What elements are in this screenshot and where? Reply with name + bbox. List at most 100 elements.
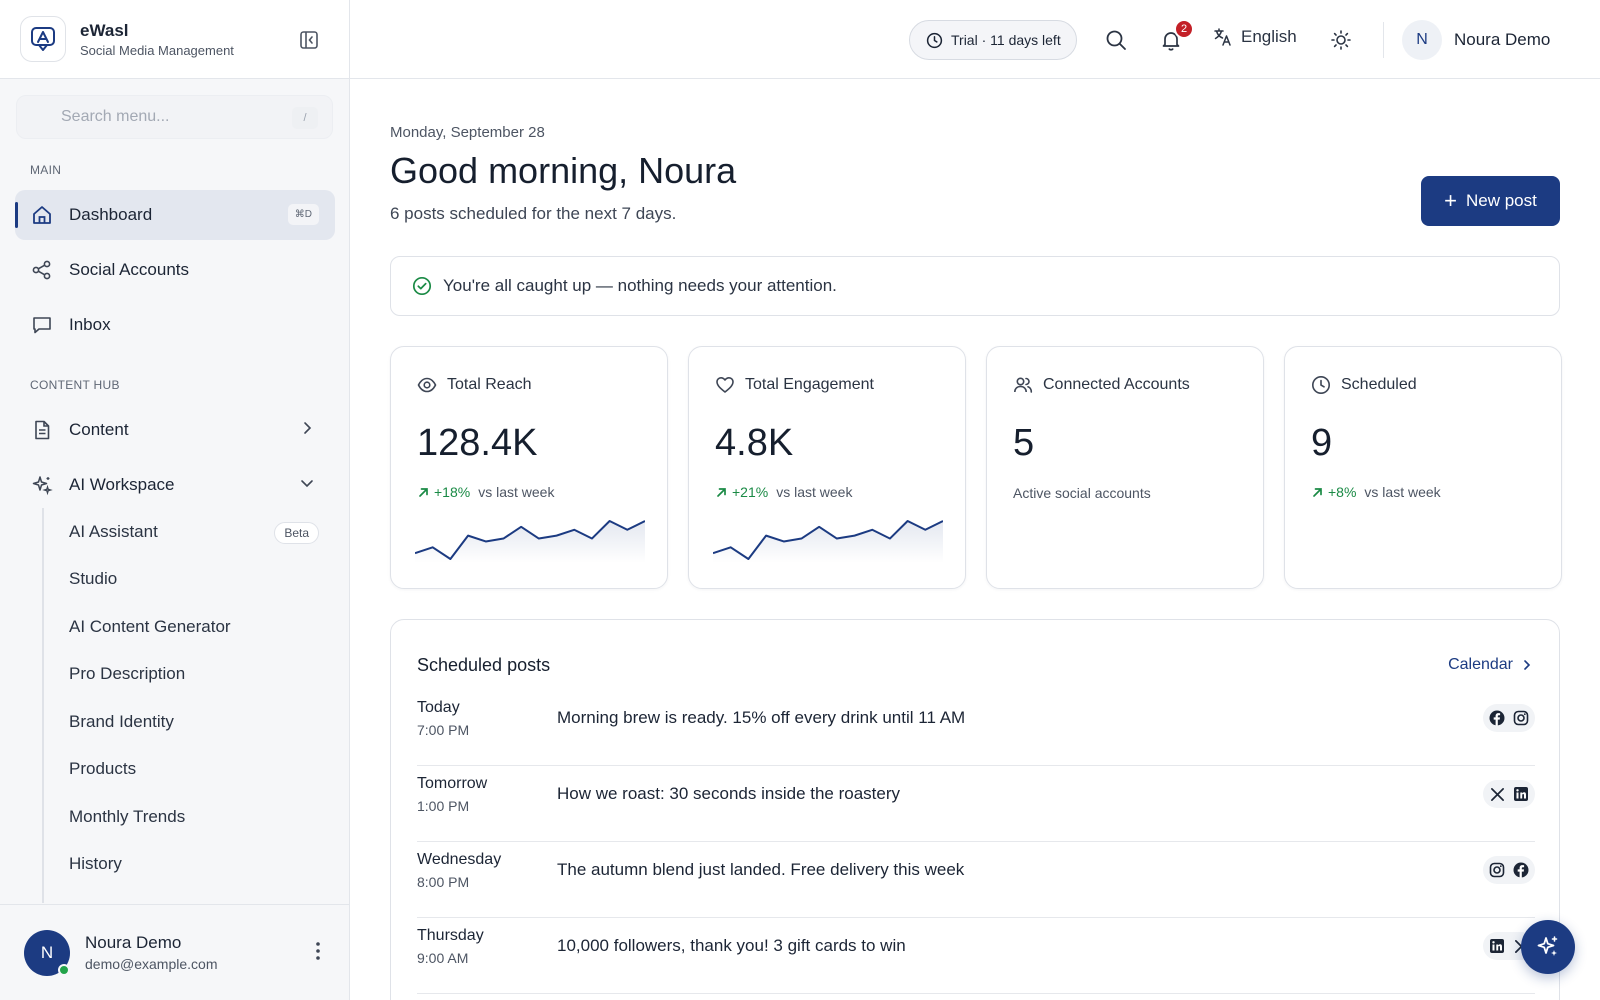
sidebar-subitem-pro-description[interactable]: Pro Description [42,651,342,699]
facebook-icon [1511,860,1531,880]
stat-delta-value: +8% [1328,484,1357,500]
sidebar-item-ai-workspace[interactable]: AI Workspace [15,460,335,510]
language-label: English [1241,27,1297,46]
search-button[interactable] [1103,27,1129,53]
search-icon [1106,30,1126,50]
notification-count-badge: 2 [1174,19,1194,39]
avatar: N [1402,20,1442,60]
post-day: Today [417,699,460,716]
language-selector[interactable]: English [1213,27,1297,47]
sidebar-subitem-history[interactable]: History [42,841,342,889]
sidebar-item-label: Social Accounts [69,260,190,279]
ai-assistant-fab[interactable] [1521,920,1575,974]
logo-icon [31,27,55,51]
chevron-right-icon [299,420,315,441]
translate-icon [1214,28,1231,46]
sidebar-subitem-ai-assistant[interactable]: AI Assistant Beta [42,508,342,556]
check-circle-icon [412,276,432,296]
ai-workspace-submenu: AI Assistant Beta Studio AI Content Gene… [42,508,342,903]
sidebar: eWasl Social Media Management / MAIN Das… [0,0,350,1000]
scheduled-summary: 6 posts scheduled for the next 7 days. [390,204,677,223]
menu-search[interactable]: / [16,95,333,139]
sidebar-subitem-label: History [69,854,122,874]
table-row[interactable]: Today 7:00 PM Morning brew is ready. 15%… [417,690,1535,766]
topbar-user-name: Noura Demo [1454,30,1551,49]
stat-card-total-reach[interactable]: Total Reach 128.4K +18% vs last week [390,346,668,589]
post-day: Wednesday [417,851,502,868]
post-platforms [1483,704,1535,732]
avatar[interactable]: N [24,929,70,976]
sidebar-subitem-studio[interactable]: Studio [42,556,342,604]
stat-delta-label: vs last week [478,484,555,500]
sun-icon [1331,30,1351,50]
trial-badge[interactable]: Trial · 11 days left [909,20,1077,60]
sparkline-chart [713,520,943,563]
theme-toggle[interactable] [1328,27,1354,53]
table-row[interactable]: Tomorrow 1:00 PM How we roast: 30 second… [417,766,1535,842]
sidebar-subitem-monthly-trends[interactable]: Monthly Trends [42,793,342,841]
chevron-right-icon [1524,660,1531,670]
arrow-up-right-icon [419,487,428,497]
chevron-down-icon [299,475,315,496]
stat-title: Connected Accounts [1043,376,1190,393]
topbar-divider [1383,22,1384,58]
trial-text: Trial · 11 days left [951,32,1061,48]
stat-value: 5 [1013,422,1035,464]
calendar-link[interactable]: Calendar [1448,656,1533,674]
sparkle-icon [31,474,53,496]
dashboard-shortcut: ⌘D [287,204,319,225]
post-time: 9:00 AM [417,950,469,966]
more-vertical-icon [316,942,320,960]
section-label-content-hub: CONTENT HUB [30,378,120,392]
stat-card-connected-accounts[interactable]: Connected Accounts 5 Active social accou… [986,346,1264,589]
scheduled-posts-card: Scheduled posts Calendar Today 7:00 PM M… [390,619,1560,1000]
beta-badge: Beta [274,522,319,544]
post-platforms [1483,780,1535,808]
facebook-icon [1487,708,1507,728]
brand-logo[interactable] [20,16,66,62]
avatar-initial: N [40,942,54,962]
sidebar-subitem-label: Products [69,759,137,779]
menu-search-input[interactable] [61,108,281,126]
status-alert: You're all caught up — nothing needs you… [390,256,1560,316]
sidebar-item-inbox[interactable]: Inbox [15,300,335,350]
sidebar-subitem-ai-content-generator[interactable]: AI Content Generator [42,603,342,651]
notifications-button[interactable]: 2 [1158,19,1194,53]
stat-value: 128.4K [417,422,538,464]
clock-icon [1312,376,1330,394]
post-text: The autumn blend just landed. Free deliv… [557,860,965,879]
stat-card-scheduled[interactable]: Scheduled 9 +8% vs last week [1284,346,1562,589]
x-icon [1487,784,1507,804]
sidebar-subitem-products[interactable]: Products [42,746,342,794]
stat-title: Scheduled [1341,376,1417,393]
stat-card-total-engagement[interactable]: Total Engagement 4.8K +21% vs last week [688,346,966,589]
stat-delta-label: vs last week [776,484,853,500]
brand-header: eWasl Social Media Management [0,0,349,79]
clock-icon [926,32,943,48]
collapse-sidebar-button[interactable] [297,28,321,52]
post-time: 1:00 PM [417,798,470,814]
post-day: Tomorrow [417,775,488,792]
topbar-user-menu[interactable]: N Noura Demo [1402,20,1550,60]
table-row[interactable]: Thursday 9:00 AM 10,000 followers, thank… [417,918,1535,994]
new-post-button[interactable]: + New post [1421,176,1560,226]
sidebar-item-social-accounts[interactable]: Social Accounts [15,245,335,295]
post-text: How we roast: 30 seconds inside the roas… [557,784,901,803]
arrow-up-right-icon [1313,487,1322,497]
alert-text: You're all caught up — nothing needs you… [443,276,837,295]
sidebar-item-label: Content [69,420,129,439]
sidebar-item-dashboard[interactable]: Dashboard ⌘D [15,190,335,240]
online-status-dot [58,963,70,976]
sidebar-subitem-brand-identity[interactable]: Brand Identity [42,698,342,746]
stat-value: 9 [1311,422,1333,464]
user-name: Noura Demo [85,933,182,952]
document-icon [31,419,53,441]
user-menu-button[interactable] [315,941,321,966]
instagram-icon [1511,708,1531,728]
post-text: Morning brew is ready. 15% off every dri… [557,708,966,727]
sidebar-subitem-label: Studio [69,569,118,589]
sparkline-area [415,521,645,563]
brand-name: eWasl [80,20,129,40]
sidebar-item-content[interactable]: Content [15,405,335,455]
table-row[interactable]: Wednesday 8:00 PM The autumn blend just … [417,842,1535,918]
